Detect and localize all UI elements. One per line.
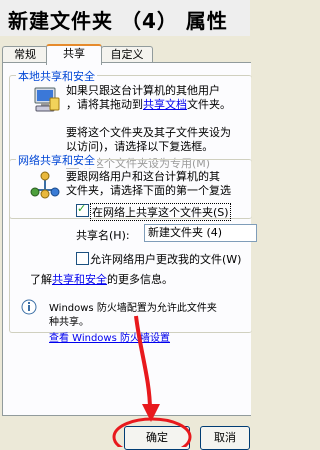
annotation-circle bbox=[112, 417, 192, 447]
tab-sharing[interactable]: 共享 bbox=[46, 44, 102, 65]
annotation-arrow bbox=[134, 315, 152, 411]
annotation-overlay bbox=[112, 315, 192, 447]
